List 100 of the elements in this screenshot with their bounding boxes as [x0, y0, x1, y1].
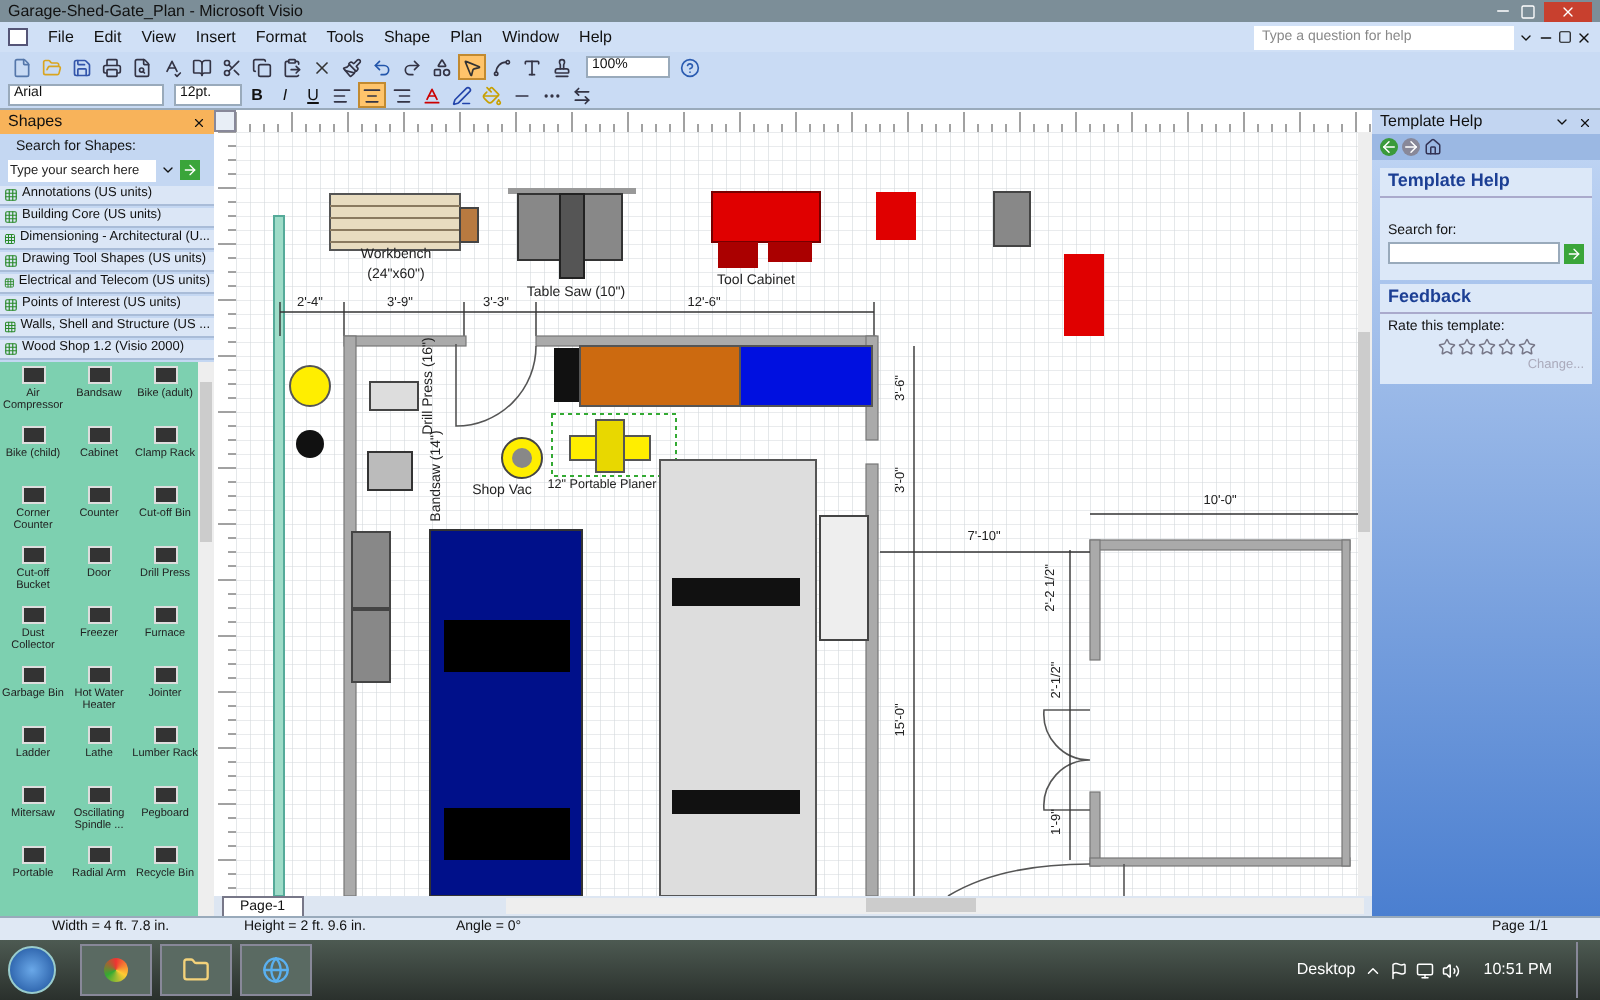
equipment-icon[interactable]	[21, 725, 45, 743]
taskbar-app-button[interactable]	[160, 944, 232, 996]
menu-item[interactable]: Shape	[375, 25, 439, 49]
tool-cabinet-shape	[711, 191, 821, 268]
connector-button[interactable]	[488, 54, 516, 80]
equipment-icon[interactable]	[21, 605, 45, 623]
research-button[interactable]	[188, 54, 216, 80]
fillcolor-button[interactable]	[478, 82, 506, 108]
equipment-icon[interactable]	[153, 665, 177, 683]
start-button[interactable]	[8, 946, 56, 994]
close-icon[interactable]	[1576, 29, 1592, 45]
equipment-icon[interactable]	[87, 605, 111, 623]
stencil-icon	[4, 297, 18, 311]
equipment-icon[interactable]	[153, 605, 177, 623]
linecolor-button[interactable]	[448, 82, 476, 108]
equipment-icon[interactable]	[87, 845, 111, 863]
rating-star[interactable]	[1437, 338, 1455, 356]
equipment-icon[interactable]	[21, 425, 45, 443]
scrollbar[interactable]	[198, 361, 214, 916]
scrollbar[interactable]	[1358, 132, 1372, 896]
rating-star[interactable]	[1457, 338, 1475, 356]
template-search-field[interactable]	[1388, 242, 1560, 264]
equipment-icon[interactable]	[153, 785, 177, 803]
maximize-icon[interactable]	[1520, 3, 1536, 19]
panel-title: Shapes	[8, 110, 65, 134]
horizontal-scrollbar[interactable]	[505, 898, 1364, 914]
equipment-icon[interactable]	[153, 365, 177, 383]
globe-icon	[262, 956, 290, 984]
aligncenter-button[interactable]	[358, 82, 386, 108]
menu-item[interactable]: Window	[494, 25, 568, 49]
rating-star[interactable]	[1497, 338, 1515, 356]
rating-star[interactable]	[1517, 338, 1535, 356]
stencil-icon	[4, 275, 15, 289]
taskbar-toolbar-label[interactable]: Desktop	[1296, 958, 1356, 982]
save-button[interactable]	[68, 54, 96, 80]
underline-button[interactable]: U	[300, 82, 326, 108]
save-icon	[72, 57, 92, 77]
equipment-icon[interactable]	[153, 425, 177, 443]
flag-icon[interactable]	[1389, 961, 1408, 979]
stencil-icon	[4, 341, 18, 355]
menu-item[interactable]: Format	[247, 25, 315, 49]
network-icon[interactable]	[1415, 961, 1434, 979]
stencil-icon	[4, 209, 18, 223]
menu-item[interactable]: View	[133, 25, 184, 49]
speaker-icon[interactable]	[1441, 961, 1460, 979]
restore-icon[interactable]	[1558, 30, 1572, 44]
menu-item[interactable]: Edit	[85, 25, 130, 49]
equipment-icon[interactable]	[87, 485, 111, 503]
home-icon[interactable]	[1424, 138, 1442, 156]
paint-bucket-icon	[482, 85, 502, 105]
cabinet-shape	[554, 348, 580, 402]
dropdown-icon[interactable]	[1554, 114, 1570, 130]
equipment-icon[interactable]	[21, 365, 45, 383]
taskbar-app-button[interactable]	[80, 944, 152, 996]
equipment-icon[interactable]	[87, 365, 111, 383]
equipment-icon[interactable]	[21, 785, 45, 803]
app-menu-icon[interactable]	[8, 28, 28, 46]
equipment-icon[interactable]	[21, 485, 45, 503]
go-button[interactable]	[1564, 243, 1584, 263]
equipment-icon[interactable]	[87, 545, 111, 563]
copy-button[interactable]	[248, 54, 276, 80]
menu-item[interactable]: File	[40, 25, 82, 49]
italic-button[interactable]: I	[272, 82, 298, 108]
painter-button[interactable]	[338, 54, 366, 80]
equipment-icon[interactable]	[87, 785, 111, 803]
equipment-icon[interactable]	[153, 725, 177, 743]
pen-icon	[452, 85, 472, 105]
menu-item[interactable]: Help	[571, 25, 620, 49]
align-right-icon	[392, 85, 412, 105]
drill-press-shape	[369, 381, 419, 411]
menu-item[interactable]: Tools	[318, 25, 372, 49]
menu-item[interactable]: Insert	[187, 25, 244, 49]
dropdown-icon[interactable]	[160, 162, 176, 178]
close-icon[interactable]	[192, 115, 206, 129]
bold-button[interactable]: B	[244, 82, 270, 108]
folder-icon	[182, 956, 210, 984]
pointer-button[interactable]	[458, 54, 486, 80]
equipment-icon[interactable]	[153, 545, 177, 563]
equipment-icon[interactable]	[21, 545, 45, 563]
font-color-icon	[422, 85, 442, 105]
help-icon[interactable]	[680, 57, 700, 77]
clock[interactable]: 10:51 PM	[1467, 958, 1568, 982]
forward-icon[interactable]	[1402, 138, 1420, 156]
equipment-icon[interactable]	[153, 485, 177, 503]
bandsaw-shape	[367, 451, 413, 491]
equipment-icon[interactable]	[21, 845, 45, 863]
equipment-icon[interactable]	[21, 665, 45, 683]
ruler-corner	[214, 110, 236, 132]
equipment-icon[interactable]	[87, 665, 111, 683]
equipment-icon[interactable]	[87, 725, 111, 743]
print-button[interactable]	[98, 54, 126, 80]
shapes-button[interactable]	[428, 54, 456, 80]
equipment-icon[interactable]	[153, 845, 177, 863]
back-icon[interactable]	[1380, 138, 1398, 156]
equipment-icon[interactable]	[87, 425, 111, 443]
close-icon[interactable]	[1578, 115, 1592, 129]
menu-item[interactable]: Plan	[442, 25, 491, 49]
cabinet-shape	[993, 191, 1031, 247]
section-heading: Feedback	[1380, 284, 1592, 313]
rating-star[interactable]	[1477, 338, 1495, 356]
